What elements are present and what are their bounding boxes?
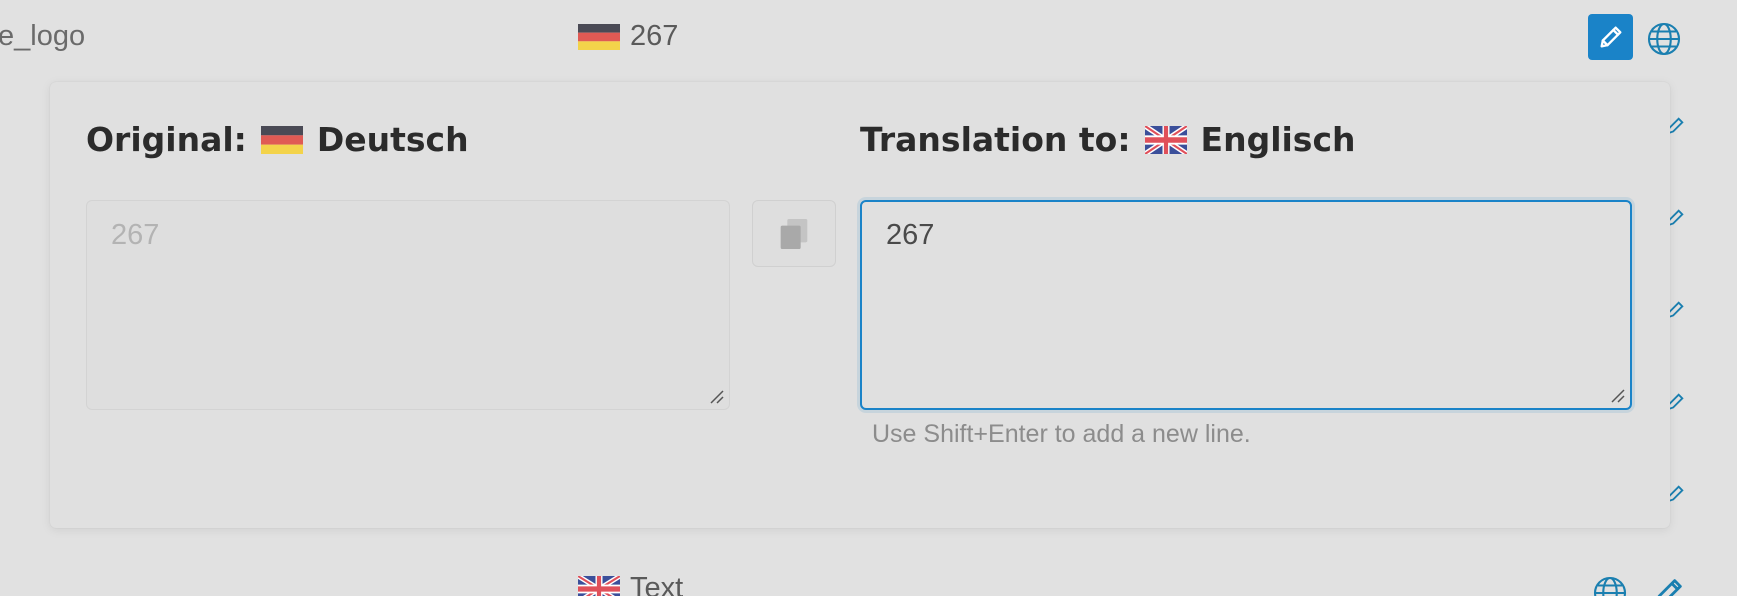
translation-heading: Translation to: Englisch (860, 120, 1356, 159)
row-key: e_logo (0, 20, 86, 52)
original-textarea: 267 (86, 200, 730, 410)
row-value-text: 267 (630, 20, 679, 52)
german-flag-icon (260, 125, 303, 154)
original-heading: Original: Deutsch (86, 120, 469, 159)
uk-flag-icon (1144, 125, 1187, 154)
resize-grip-icon[interactable] (1608, 386, 1626, 404)
resize-grip-icon (710, 390, 724, 404)
translation-text[interactable]: 267 (886, 219, 934, 251)
translation-label: Translation to: (860, 120, 1131, 159)
row-value: 267 (578, 20, 678, 53)
german-flag-icon (578, 23, 620, 50)
original-label: Original: (86, 120, 247, 159)
edit-button[interactable] (1588, 14, 1633, 60)
original-text: 267 (111, 219, 160, 251)
globe-icon[interactable] (1646, 21, 1682, 57)
translation-language: Englisch (1200, 120, 1356, 159)
row-value: Text (578, 572, 683, 596)
row-value-text: Text (630, 572, 684, 596)
globe-icon[interactable] (1592, 575, 1628, 596)
newline-hint: Use Shift+Enter to add a new line. (872, 420, 1251, 448)
pencil-icon (1600, 26, 1621, 48)
copy-original-button[interactable] (752, 200, 836, 267)
copy-icon (780, 218, 808, 249)
uk-flag-icon (578, 575, 620, 596)
pencil-icon[interactable] (1652, 575, 1686, 596)
original-language: Deutsch (316, 120, 469, 159)
translation-textarea[interactable]: 267 (860, 200, 1632, 410)
